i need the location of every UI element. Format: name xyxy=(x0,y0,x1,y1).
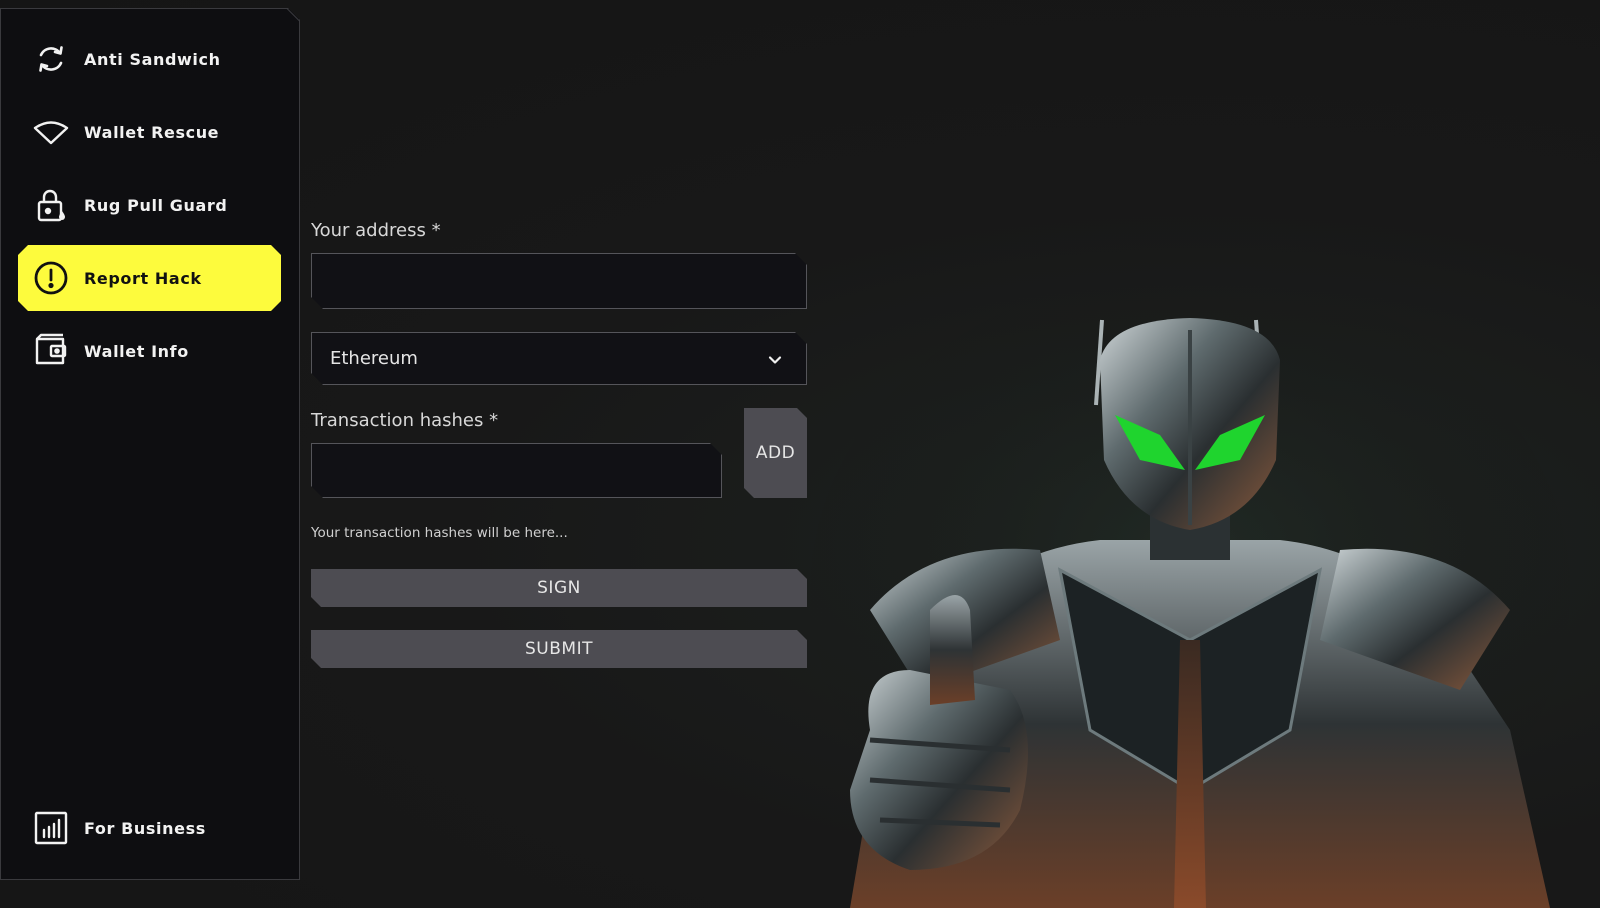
sidebar-item-label: For Business xyxy=(84,818,206,838)
chevron-down-icon xyxy=(766,351,784,369)
sign-button[interactable]: SIGN xyxy=(311,569,807,607)
refresh-icon xyxy=(33,41,69,77)
sidebar-item-label: Rug Pull Guard xyxy=(84,195,228,215)
submit-button[interactable]: SUBMIT xyxy=(311,630,807,668)
bar-chart-icon xyxy=(33,810,69,846)
hashes-field[interactable] xyxy=(311,443,722,498)
network-select[interactable]: Ethereum xyxy=(311,332,807,385)
address-input[interactable] xyxy=(312,254,806,308)
wallet-icon xyxy=(33,333,69,369)
sidebar-item-label: Wallet Rescue xyxy=(84,122,220,142)
add-hash-button[interactable]: ADD xyxy=(744,408,807,498)
address-label: Your address * xyxy=(311,220,441,241)
hashes-hint: Your transaction hashes will be here... xyxy=(311,525,568,541)
hashes-label: Transaction hashes * xyxy=(311,410,499,431)
alert-circle-icon xyxy=(33,260,69,296)
lock-icon xyxy=(33,187,69,223)
sidebar-item-rug-pull-guard[interactable]: Rug Pull Guard xyxy=(18,172,281,238)
sidebar-item-for-business[interactable]: For Business xyxy=(18,795,281,861)
wifi-icon xyxy=(33,114,69,150)
sidebar-item-wallet-rescue[interactable]: Wallet Rescue xyxy=(18,99,281,165)
sidebar-item-label: Wallet Info xyxy=(84,341,189,361)
address-field[interactable] xyxy=(311,253,807,309)
hashes-input[interactable] xyxy=(312,444,721,497)
network-selected-value: Ethereum xyxy=(330,348,418,369)
sidebar-item-label: Report Hack xyxy=(84,268,202,288)
sidebar-item-anti-sandwich[interactable]: Anti Sandwich xyxy=(18,26,281,92)
sidebar-item-report-hack[interactable]: Report Hack xyxy=(18,245,281,311)
robot-illustration xyxy=(810,310,1570,908)
sidebar-item-label: Anti Sandwich xyxy=(84,49,221,69)
sidebar-item-wallet-info[interactable]: Wallet Info xyxy=(18,318,281,384)
